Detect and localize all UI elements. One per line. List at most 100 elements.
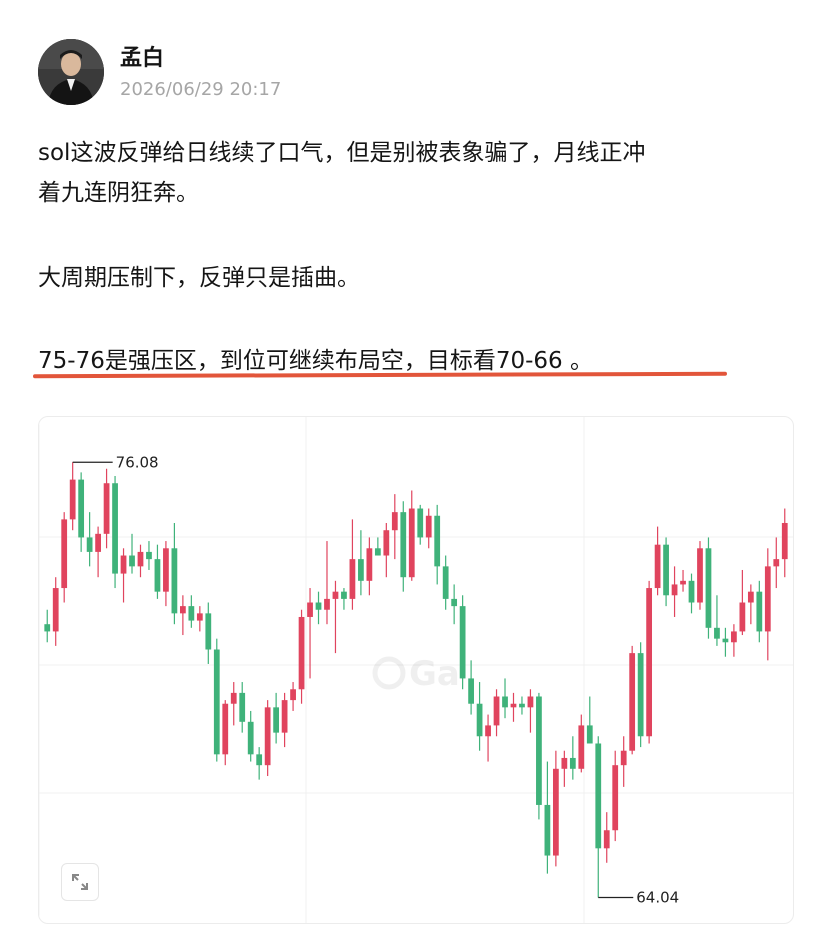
candle-body xyxy=(731,631,737,643)
candle-body xyxy=(595,743,602,849)
candle-body xyxy=(459,606,466,679)
candle-body xyxy=(468,678,474,704)
candle-body xyxy=(247,721,254,755)
candle-body xyxy=(383,530,390,556)
candle-body xyxy=(61,519,68,589)
candle-body xyxy=(273,707,280,733)
candle-body xyxy=(95,533,101,552)
candle-body xyxy=(171,548,178,614)
expand-icon xyxy=(72,874,88,890)
candlestick-chart: Ga 76.08 64.04 xyxy=(39,417,793,923)
candle-body xyxy=(358,559,364,581)
candle-body xyxy=(213,649,220,755)
candle-body xyxy=(349,559,356,599)
candle-body xyxy=(86,537,93,552)
candle-body xyxy=(773,559,780,567)
candle-body xyxy=(103,483,110,534)
candle-body xyxy=(163,548,169,592)
candle-body xyxy=(442,566,449,599)
author-avatar[interactable] xyxy=(38,39,104,105)
candle-body xyxy=(391,512,398,531)
candle-body xyxy=(629,653,636,751)
candle-body xyxy=(654,544,661,589)
candle-body xyxy=(222,703,229,755)
chart-watermark: Ga xyxy=(372,654,460,694)
candle-body xyxy=(536,696,542,805)
candle-body xyxy=(374,548,381,556)
svg-text:Ga: Ga xyxy=(409,654,460,694)
candle-body xyxy=(425,515,432,538)
candle-body xyxy=(307,602,313,617)
expand-chart-button[interactable] xyxy=(61,863,99,901)
candle-body xyxy=(544,804,551,856)
candle-body xyxy=(561,757,568,769)
candle-body xyxy=(603,830,610,849)
candle-body xyxy=(646,588,653,737)
candle-body xyxy=(129,555,135,567)
high-price-label: 76.08 xyxy=(116,453,159,471)
candle-body xyxy=(281,700,288,733)
candle-body xyxy=(324,598,330,610)
candle-body xyxy=(196,613,203,621)
candle-body xyxy=(230,692,237,704)
candle-body xyxy=(688,580,695,603)
candle-body xyxy=(264,707,271,766)
candle-body xyxy=(620,750,627,766)
candle-body xyxy=(417,508,424,538)
avatar-photo xyxy=(38,39,104,105)
candle-body xyxy=(434,515,441,567)
candle-body xyxy=(341,591,347,599)
candle-body xyxy=(705,548,712,628)
post-text-line-2: 着九连阴狂奔。 xyxy=(38,180,199,206)
candle-body xyxy=(290,689,296,701)
candle-body xyxy=(510,703,517,708)
candle-body xyxy=(747,591,754,603)
candle-body xyxy=(578,725,585,769)
candle-body xyxy=(612,765,619,831)
post-text-line-3: 大周期压制下，反弹只是插曲。 xyxy=(38,265,360,291)
candle-body xyxy=(400,512,407,578)
candle-body xyxy=(44,624,51,632)
candle-body xyxy=(205,613,212,650)
candle-body xyxy=(476,703,483,737)
candle-body xyxy=(78,479,85,538)
post-text-line-1: sol这波反弹给日线续了口气，但是别被表象骗了，月线正冲 xyxy=(38,140,646,166)
candle-body xyxy=(298,616,305,690)
low-price-label: 64.04 xyxy=(636,888,679,906)
candle-body xyxy=(527,696,534,708)
price-chart-card[interactable]: Ga 76.08 64.04 xyxy=(38,416,794,924)
candle-body xyxy=(586,725,593,744)
candle-body xyxy=(188,606,195,621)
candle-body xyxy=(366,548,373,581)
candle-body xyxy=(680,580,686,585)
candle-body xyxy=(671,584,678,596)
candle-body xyxy=(52,588,59,632)
candle-body xyxy=(519,703,525,708)
candle-body xyxy=(112,483,118,574)
post-timestamp: 2026/06/29 20:17 xyxy=(120,79,282,100)
candle-body xyxy=(781,522,788,560)
candle-body xyxy=(315,602,322,610)
candle-body xyxy=(146,551,152,560)
candle-body xyxy=(663,544,669,596)
candle-body xyxy=(739,602,746,632)
candle-body xyxy=(451,598,458,607)
candle-body xyxy=(697,548,703,603)
candle-body xyxy=(714,627,720,639)
candle-body xyxy=(552,768,559,856)
candle-body xyxy=(154,559,161,592)
candle-body xyxy=(256,754,263,766)
candle-body xyxy=(764,566,771,632)
candle-body xyxy=(756,591,763,632)
candle-body xyxy=(239,692,246,722)
candle-body xyxy=(502,696,508,708)
candle-body xyxy=(722,638,729,643)
author-name[interactable]: 孟白 xyxy=(120,40,164,72)
candle-body xyxy=(493,696,500,726)
candle-body xyxy=(408,508,415,578)
candle-body xyxy=(637,653,644,737)
candle-body xyxy=(137,551,144,567)
candle-body xyxy=(332,591,339,599)
candle-body xyxy=(485,725,491,737)
candle-body xyxy=(569,757,576,769)
